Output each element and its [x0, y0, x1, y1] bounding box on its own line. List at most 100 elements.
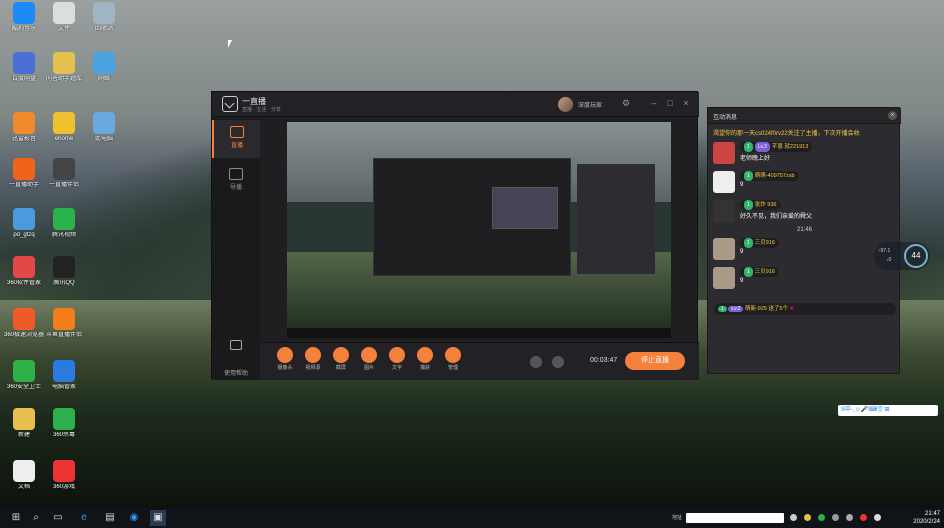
tray-icon-1[interactable]	[790, 514, 797, 521]
desktop-icon[interactable]: 360游戏	[42, 460, 86, 491]
close-icon[interactable]: ×	[680, 97, 692, 109]
username[interactable]: 深度玩家	[578, 100, 602, 109]
desktop-icon[interactable]: 电脑管家	[42, 360, 86, 391]
desktop-icon-label: 360杀毒	[52, 432, 75, 438]
desktop-icon[interactable]: 腾讯视频	[42, 208, 86, 239]
preview-nested-window	[373, 158, 571, 276]
preview-nested-window-2	[492, 187, 558, 229]
desktop-icon[interactable]: 一直播伴侣	[42, 158, 86, 189]
tool-button[interactable]: 视频源	[300, 347, 326, 371]
ime-toolbar[interactable]: S中·,☺🎤⌨👕⊞	[838, 405, 938, 416]
tool-button[interactable]: 管理	[440, 347, 466, 371]
search-icon[interactable]: ⌕	[28, 510, 44, 526]
address-input[interactable]	[686, 513, 784, 523]
desktop-icon-label: 腾讯QQ	[53, 280, 75, 286]
chat-panel: 互动消息 × 渴望你的那一天cs024f0rv22关注了主播，下次开播会收 1L…	[707, 107, 901, 374]
taskbar: ⊞ ⌕ ▭ e ▤ ◉ ▣ 地址 21:47 2020/2/24	[0, 508, 944, 528]
desktop-icon[interactable]: 百度网盘	[2, 52, 46, 83]
antivirus-icon[interactable]	[860, 514, 867, 521]
desktop-icon-label: ehome	[54, 136, 74, 142]
sidebar-item-live[interactable]: 直播	[212, 120, 260, 158]
follow-notice: 渴望你的那一天cs024f0rv22关注了主播，下次开播会收	[713, 131, 860, 137]
settings-icon[interactable]: ⚙	[620, 97, 632, 109]
stop-live-button[interactable]: 停止直播	[625, 352, 685, 370]
sidebar-item-label: 直播	[230, 143, 243, 149]
level-badge: 1	[744, 267, 753, 277]
tool-button[interactable]: 捕获	[412, 347, 438, 371]
desktop-icon[interactable]: ehome	[42, 112, 86, 143]
user-avatar[interactable]	[713, 142, 735, 164]
user-avatar[interactable]	[713, 200, 735, 222]
ime-icon[interactable]	[874, 514, 881, 521]
nickname[interactable]: 张炸 936	[755, 202, 777, 208]
help-icon[interactable]	[230, 340, 242, 350]
network-icon[interactable]	[832, 514, 839, 521]
speaker-icon[interactable]	[530, 356, 542, 368]
desktop-icon-label: 360游戏	[52, 484, 75, 490]
tool-label: 图片	[363, 365, 374, 371]
app-icon	[13, 158, 35, 180]
user-avatar[interactable]	[713, 238, 735, 260]
desktop-icon[interactable]: 网络	[82, 52, 126, 83]
tool-icon	[277, 347, 293, 363]
clock[interactable]: 21:47 2020/2/24	[896, 510, 940, 526]
desktop-icon[interactable]: 酷狗音乐	[2, 2, 46, 33]
message-meta: 1 Lv.2 芊恩 就221913	[740, 142, 813, 152]
tool-icon	[305, 347, 321, 363]
live-app-taskbar-icon[interactable]: ▣	[150, 510, 166, 526]
app-icon	[53, 158, 75, 180]
desktop-icon[interactable]: 此电脑	[82, 112, 126, 143]
tool-label: 视频源	[305, 365, 321, 371]
volume-icon[interactable]	[846, 514, 853, 521]
user-avatar[interactable]	[713, 171, 735, 193]
tool-button[interactable]: 图片	[356, 347, 382, 371]
desktop-icon-label: 一直播伴侣	[48, 182, 79, 188]
desktop-icon[interactable]: 新建	[2, 408, 46, 439]
tray-icon-2[interactable]	[804, 514, 811, 521]
app-icon	[13, 308, 35, 330]
user-avatar[interactable]	[558, 97, 573, 112]
start-icon[interactable]: ⊞	[8, 510, 24, 526]
minimize-icon[interactable]: –	[648, 97, 660, 109]
chat-message: 1 Lv.2 芊恩 就221913 老师晚上好	[713, 142, 897, 166]
explorer-icon[interactable]: ▤	[102, 510, 118, 526]
nickname[interactable]: 三贝916	[755, 240, 775, 246]
maximize-icon[interactable]: □	[664, 97, 676, 109]
sidebar-item-director[interactable]: 导播	[212, 162, 260, 200]
tool-button[interactable]: 截屏	[328, 347, 354, 371]
chat-title: 互动消息	[713, 115, 738, 121]
task-view-icon[interactable]: ▭	[50, 510, 66, 526]
network-widget[interactable]: ↑97.1 ↓0 44	[874, 242, 930, 270]
microphone-icon[interactable]	[552, 356, 564, 368]
desktop-icon[interactable]: 一直播助手	[2, 158, 46, 189]
nickname[interactable]: 芊恩 就221913	[772, 144, 808, 150]
desktop-icon[interactable]: pd_gfzq	[2, 208, 46, 239]
desktop-icon[interactable]: 腾讯QQ	[42, 256, 86, 287]
desktop-icon-label: 问答助手题库	[45, 76, 82, 82]
app-icon	[93, 52, 115, 74]
tray-icon-3[interactable]	[818, 514, 825, 521]
desktop-icon[interactable]: 360极速浏览器	[2, 308, 46, 339]
nickname[interactable]: 萌萌-409757zsb	[755, 173, 795, 179]
desktop-icon[interactable]: 文件	[42, 2, 86, 33]
tool-button[interactable]: 文字	[384, 347, 410, 371]
tool-button[interactable]: 摄像头	[272, 347, 298, 371]
desktop-icon[interactable]: 360安全卫士	[2, 360, 46, 391]
nickname[interactable]: 三贝916	[755, 269, 775, 275]
level-badge: 1	[744, 142, 753, 152]
desktop-icon[interactable]: 360软件管家	[2, 256, 46, 287]
desktop-icon[interactable]: 问答助手题库	[42, 52, 86, 83]
desktop-icon[interactable]: 迅雷影音	[2, 112, 46, 143]
edge-icon[interactable]: e	[76, 510, 92, 526]
qq-browser-icon[interactable]: ◉	[126, 510, 142, 526]
desktop-icon[interactable]: 回收站	[82, 2, 126, 33]
help-label[interactable]: 使用帮助	[224, 368, 248, 377]
message-text: 老师晚上好	[740, 156, 771, 162]
desktop-icon-label: 电脑管家	[51, 384, 76, 390]
desktop-icon[interactable]: 文档	[2, 460, 46, 491]
desktop-icon[interactable]: 360杀毒	[42, 408, 86, 439]
desktop-icon[interactable]: 斗鱼直播伴侣	[42, 308, 86, 339]
close-icon[interactable]: ×	[888, 111, 897, 120]
user-avatar[interactable]	[713, 267, 735, 289]
app-icon	[13, 360, 35, 382]
